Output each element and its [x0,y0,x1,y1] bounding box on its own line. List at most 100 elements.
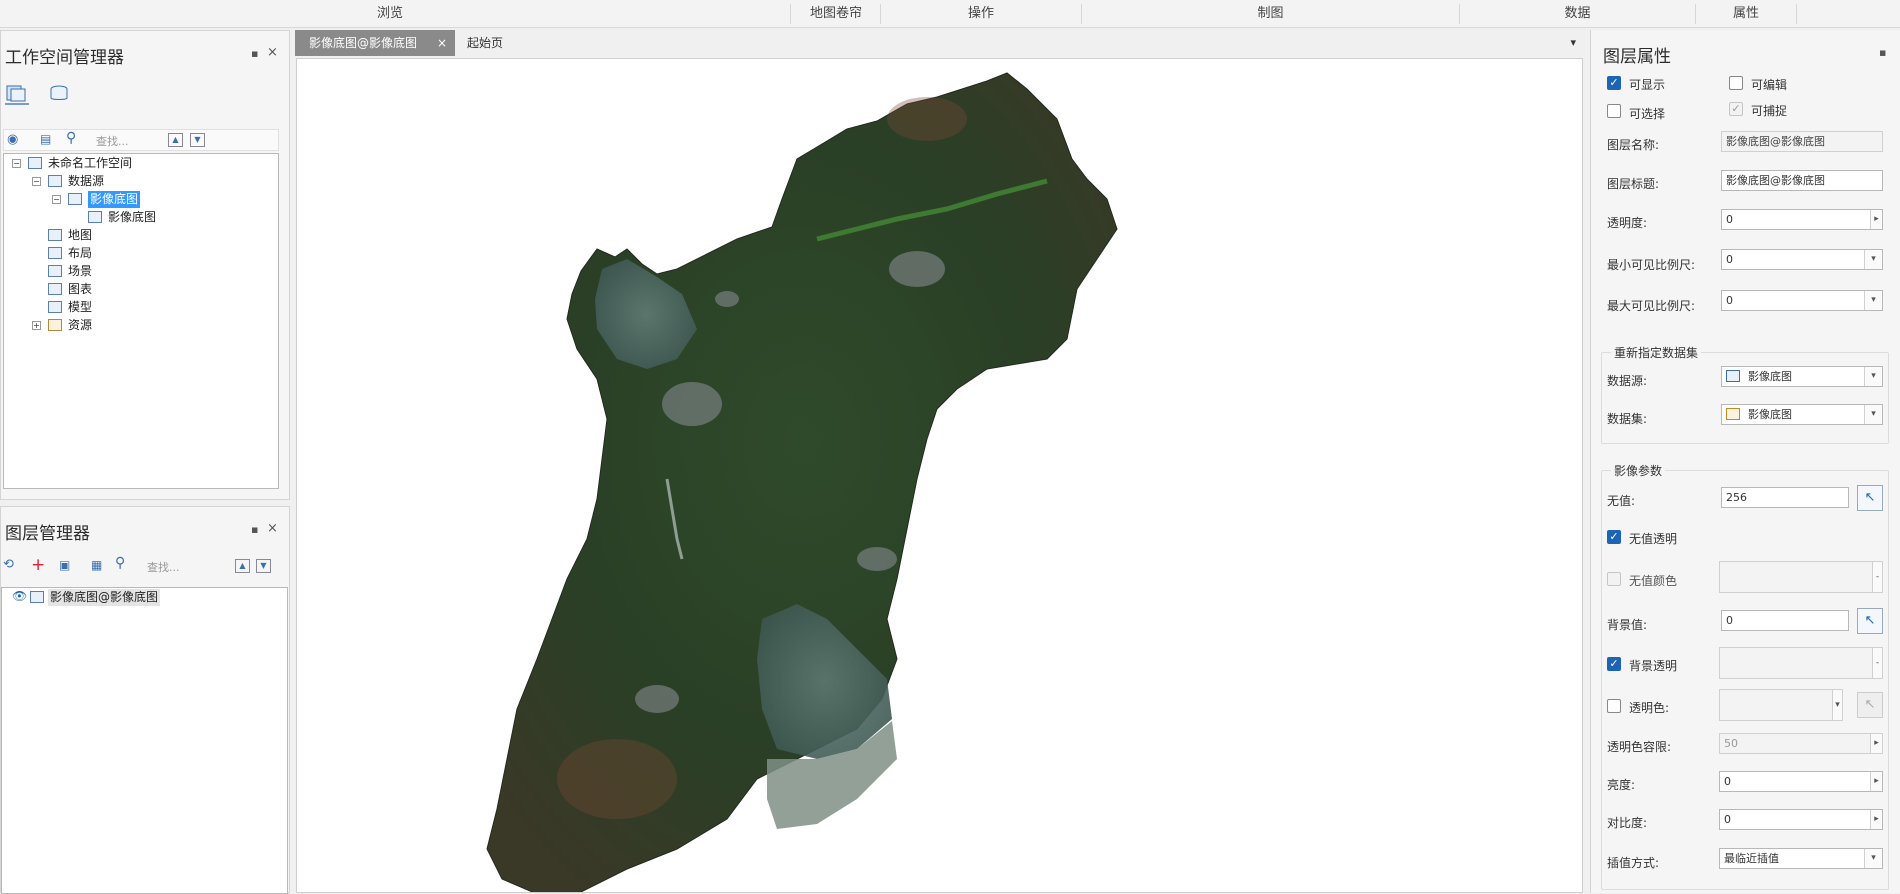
chevron-down-icon[interactable]: ▾ [1864,250,1882,269]
dataset-select[interactable]: 影像底图 ▾ [1721,404,1883,425]
ribbon-map-roll[interactable]: 地图卷帘 [791,0,881,28]
tree-node-charts[interactable]: 图表 [68,281,92,298]
ribbon-data[interactable]: 数据 [1460,0,1695,28]
max-scale-select[interactable]: 0 ▾ [1721,290,1883,311]
workspace-tab-icon[interactable] [5,83,29,105]
tree-node-models[interactable]: 模型 [68,299,92,316]
chevron-down-icon[interactable]: - [1872,648,1882,678]
spinner-arrow-icon[interactable]: ▸ [1870,810,1882,829]
tree-node-layouts[interactable]: 布局 [68,245,92,262]
tree-node-scenes[interactable]: 场景 [68,263,92,280]
selectable-checkbox[interactable] [1607,104,1621,118]
move-up-icon[interactable]: ▲ [168,133,183,147]
visibility-eye-icon[interactable]: 👁 [12,589,27,603]
tab-start-page[interactable]: 起始页 [467,30,503,56]
brightness-spinner[interactable]: 0 ▸ [1719,771,1883,792]
map-icon [48,229,62,241]
spinner-arrow-icon[interactable]: ▸ [1870,210,1882,229]
background-field[interactable]: 0 [1721,610,1849,631]
spinner-arrow-icon[interactable]: ▸ [1870,772,1882,791]
layer-panel-title: 图层管理器 [5,524,90,544]
view-icon[interactable]: ◉ [7,132,18,147]
ribbon-operate[interactable]: 操作 [881,0,1081,28]
ribbon-properties[interactable]: 属性 [1696,0,1796,28]
chevron-down-icon[interactable]: ▾ [1864,849,1882,868]
document-icon[interactable]: ▤ [40,132,51,146]
ribbon-browse[interactable]: 浏览 [330,0,450,28]
transparent-color-checkbox[interactable] [1607,699,1621,713]
layer-caption-field[interactable]: 影像底图@影像底图 [1721,170,1883,191]
pin-icon[interactable]: ▪ [251,523,258,536]
background-color-picker[interactable]: - [1719,647,1883,679]
tree-node-resources[interactable]: 资源 [68,317,92,334]
nodata-color-checkbox[interactable] [1607,572,1621,586]
chevron-down-icon[interactable]: - [1872,562,1882,592]
tab-close-icon[interactable]: × [437,30,447,56]
layer-name-field[interactable]: 影像底图@影像底图 [1721,131,1883,152]
chevron-down-icon[interactable]: ▾ [1832,690,1842,720]
transparent-color-picker[interactable]: ▾ [1719,689,1843,721]
expand-icon[interactable]: + [32,321,41,330]
move-down-icon[interactable]: ▼ [190,133,205,147]
workspace-tree: − 未命名工作空间 − 数据源 − 影像底图 影像底图 地图 布局 场景 图表 … [3,153,279,489]
datasource-db-icon [68,193,82,205]
chevron-down-icon[interactable]: ▾ [1864,291,1882,310]
transparent-tolerance-spinner[interactable]: 50 ▸ [1719,733,1883,754]
nodata-field[interactable]: 256 [1721,487,1849,508]
layer-properties-panel: 图层属性 ▪ ✓ 可显示 可编辑 可选择 ✓ 可捕捉 图层名称: 影像底图@影像… [1590,30,1900,893]
pick-value-icon[interactable]: ↖ [1857,608,1883,634]
model-icon [48,301,62,313]
chevron-down-icon[interactable]: ▾ [1864,367,1882,386]
tree-node-image-datasource[interactable]: 影像底图 [88,191,141,208]
tree-node-workspace[interactable]: 未命名工作空间 [48,155,132,172]
datasource-select[interactable]: 影像底图 ▾ [1721,366,1883,387]
close-icon[interactable]: × [267,521,278,536]
scene-icon [48,265,62,277]
ribbon-cartography[interactable]: 制图 [1082,0,1459,28]
add-layer-icon[interactable]: + [31,555,45,575]
datasource-value: 影像底图 [1748,370,1792,383]
layer-tree: 👁 影像底图@影像底图 [1,587,288,894]
tab-menu-arrow-icon[interactable]: ▾ [1570,30,1576,56]
close-icon[interactable]: × [267,45,278,60]
map-view[interactable] [296,58,1583,893]
contrast-spinner[interactable]: 0 ▸ [1719,809,1883,830]
collapse-icon[interactable]: − [32,177,41,186]
nodata-color-picker[interactable]: - [1719,561,1883,593]
tree-node-datasources[interactable]: 数据源 [68,173,104,190]
pick-color-icon[interactable]: ↖ [1857,692,1883,718]
search-icon[interactable]: ⚲ [66,130,76,146]
interpolation-select[interactable]: 最临近插值 ▾ [1719,848,1883,869]
move-up-icon[interactable]: ▲ [235,559,250,573]
chevron-down-icon[interactable]: ▾ [1864,405,1882,424]
background-transparent-checkbox[interactable]: ✓ [1607,657,1621,671]
min-scale-select[interactable]: 0 ▾ [1721,249,1883,270]
selectable-label: 可选择 [1629,107,1666,121]
pin-icon[interactable]: ▪ [251,47,258,60]
refresh-icon[interactable]: ⟲ [3,557,14,572]
workspace-toolbar: ◉ ▤ ⚲ 查找... ▲ ▼ [3,129,279,151]
nodata-transparent-checkbox[interactable]: ✓ [1607,530,1621,544]
search-icon[interactable]: ⚲ [115,555,125,571]
tree-node-maps[interactable]: 地图 [68,227,92,244]
pick-value-icon[interactable]: ↖ [1857,485,1883,511]
layer-style-icon[interactable]: ▦ [91,558,102,572]
interpolation-value: 最临近插值 [1724,852,1779,865]
pin-icon[interactable]: ▪ [1879,46,1886,59]
layer-search-input[interactable]: 查找... [147,559,180,575]
snappable-checkbox[interactable]: ✓ [1729,102,1743,116]
tree-node-image-dataset[interactable]: 影像底图 [108,209,156,226]
workspace-search-input[interactable]: 查找... [96,133,129,149]
spinner-arrow-icon[interactable]: ▸ [1870,734,1882,753]
move-down-icon[interactable]: ▼ [256,559,271,573]
collapse-icon[interactable]: − [12,159,21,168]
layer-item[interactable]: 影像底图@影像底图 [48,589,161,606]
database-tab-icon[interactable] [47,83,71,105]
nodata-label: 无值: [1607,494,1636,508]
editable-checkbox[interactable] [1729,76,1743,90]
visible-checkbox[interactable]: ✓ [1607,76,1621,90]
transparency-spinner[interactable]: 0 ▸ [1721,209,1883,230]
tab-map[interactable]: 影像底图@影像底图 × [295,30,455,56]
collapse-icon[interactable]: − [52,195,61,204]
layer-group-icon[interactable]: ▣ [59,558,70,572]
